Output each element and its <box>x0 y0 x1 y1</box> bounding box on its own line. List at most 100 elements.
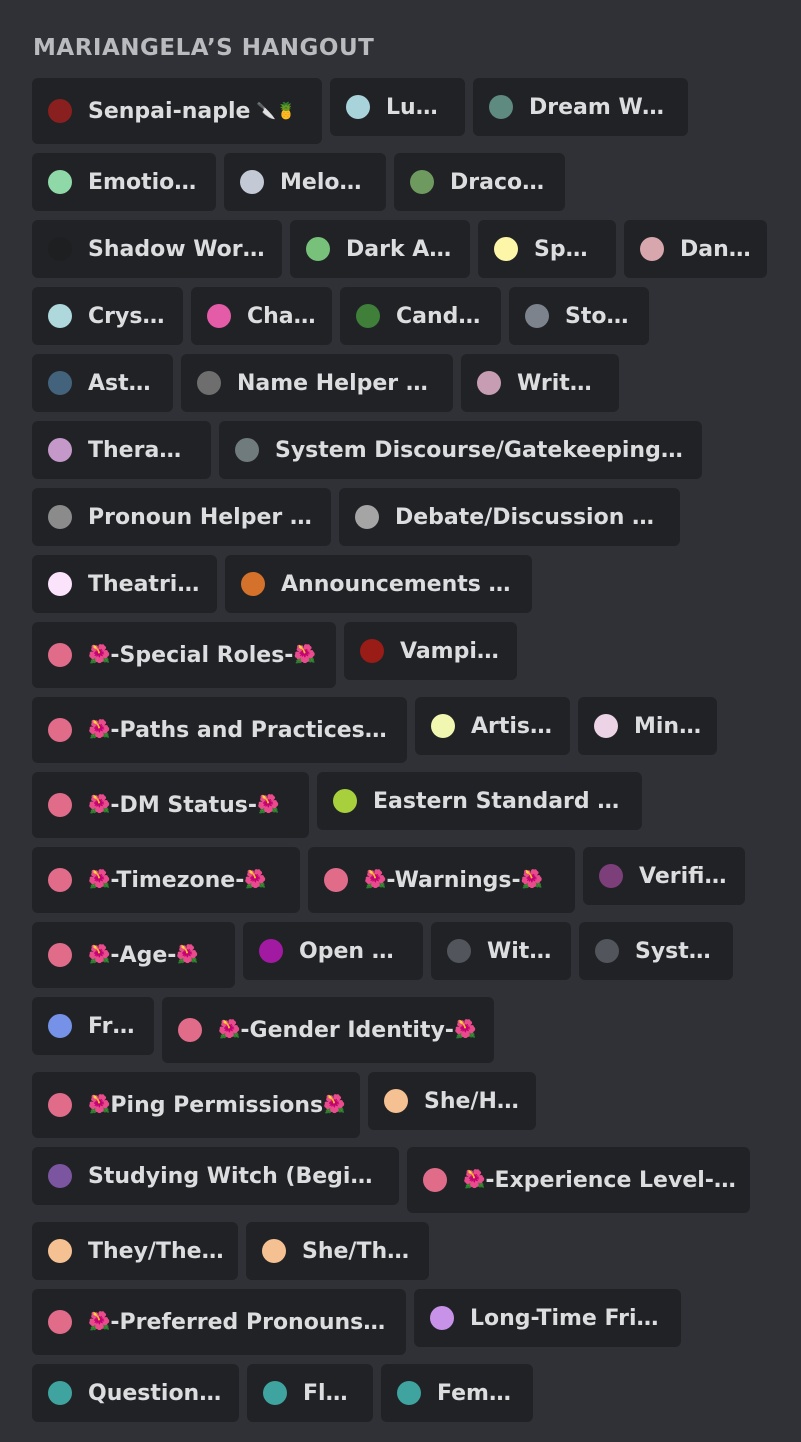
hibiscus-icon: 🌺 <box>88 1310 111 1332</box>
role-pill[interactable]: Senpai-naple 🔪🍍 <box>32 78 322 144</box>
role-color-dot <box>178 1018 202 1042</box>
role-pill[interactable]: Dance <box>624 220 767 278</box>
role-label: Senpai-naple <box>88 98 251 124</box>
role-pill[interactable]: Melodic <box>224 153 386 211</box>
role-pill[interactable]: Lunar <box>330 78 465 136</box>
role-pill[interactable]: Dream Work <box>473 78 688 136</box>
role-label: Open DM <box>299 938 409 964</box>
role-color-dot <box>48 304 72 328</box>
role-pill[interactable]: 🌺-Gender Identity-🌺 <box>162 997 494 1063</box>
role-pill[interactable]: Dark Arts <box>290 220 470 278</box>
role-color-dot <box>447 939 471 963</box>
hibiscus-icon: 🌺 <box>88 643 111 665</box>
role-pill[interactable]: Crystal <box>32 287 183 345</box>
role-pill[interactable]: Theatrical <box>32 555 217 613</box>
hibiscus-icon: 🌺 <box>520 868 544 890</box>
role-color-dot <box>384 1089 408 1113</box>
role-pill[interactable]: 🌺-Preferred Pronouns-🌺 <box>32 1289 406 1355</box>
role-label: Draconic <box>450 169 551 195</box>
hibiscus-icon: 🌺 <box>293 643 316 665</box>
role-pill[interactable]: System <box>579 922 733 980</box>
role-label: Emotional <box>88 169 202 195</box>
role-color-dot <box>48 868 72 892</box>
role-pill[interactable]: Therapist <box>32 421 211 479</box>
role-label: Verified <box>639 863 731 889</box>
role-pill[interactable]: Minor <box>578 697 717 755</box>
role-pill[interactable]: Shadow Worker <box>32 220 282 278</box>
role-pill[interactable]: Fren <box>32 997 154 1055</box>
hibiscus-icon: 🌺 <box>323 1093 346 1115</box>
role-label: Chaos <box>247 303 318 329</box>
role-pill[interactable]: Vampiric <box>344 622 517 680</box>
role-label: Long-Time Friend <box>470 1305 667 1331</box>
role-pill[interactable]: 🌺-Experience Level-🌺 <box>407 1147 750 1213</box>
role-pill[interactable]: Artistic <box>415 697 570 755</box>
role-color-dot <box>360 639 384 663</box>
role-label: Fren <box>88 1013 140 1039</box>
role-pill[interactable]: Open DM <box>243 922 423 980</box>
role-color-dot <box>48 170 72 194</box>
role-label: System Discourse/Gatekeeping Pin... <box>275 437 688 463</box>
role-pill[interactable]: Female <box>381 1364 533 1422</box>
role-pill[interactable]: 🌺-Paths and Practices-🌺 <box>32 697 407 763</box>
role-label: Questioning <box>88 1380 225 1406</box>
role-pill[interactable]: Pronoun Helper Ping <box>32 488 331 546</box>
role-pill[interactable]: Astral <box>32 354 173 412</box>
role-label: Announcements Ping <box>281 571 518 597</box>
role-pill[interactable]: Draconic <box>394 153 565 211</box>
role-color-dot <box>430 1306 454 1330</box>
role-label: Spells <box>534 236 602 262</box>
role-pill[interactable]: Questioning <box>32 1364 239 1422</box>
role-label: Shadow Worker <box>88 236 268 262</box>
role-color-dot <box>48 1093 72 1117</box>
role-pill[interactable]: 🌺-Warnings-🌺 <box>308 847 575 913</box>
role-pill[interactable]: They/Them <box>32 1222 238 1280</box>
role-pill[interactable]: Studying Witch (Beginner) <box>32 1147 399 1205</box>
hibiscus-icon: 🌺 <box>88 793 111 815</box>
role-pill[interactable]: She/Her <box>368 1072 536 1130</box>
role-pill[interactable]: 🌺-Timezone-🌺 <box>32 847 300 913</box>
role-color-dot <box>494 237 518 261</box>
role-pill[interactable]: Long-Time Friend <box>414 1289 681 1347</box>
role-color-dot <box>241 572 265 596</box>
role-pill[interactable]: Fluid <box>247 1364 373 1422</box>
role-label: Therapist <box>88 437 197 463</box>
role-label: System <box>635 938 719 964</box>
role-color-dot <box>410 170 434 194</box>
hibiscus-icon: 🌺 <box>88 868 111 890</box>
role-pill[interactable]: System Discourse/Gatekeeping Pin... <box>219 421 702 479</box>
role-pill[interactable]: Storm <box>509 287 649 345</box>
role-pill[interactable]: Writers <box>461 354 619 412</box>
role-label: -Preferred Pronouns- <box>110 1309 373 1335</box>
role-pill[interactable]: Eastern Standard Time <box>317 772 642 830</box>
hibiscus-icon: 🌺 <box>88 718 111 740</box>
hibiscus-icon: 🌺 <box>463 1168 486 1190</box>
role-pill[interactable]: Name Helper Ping <box>181 354 453 412</box>
role-label: Candles <box>396 303 487 329</box>
role-pill[interactable]: Verified <box>583 847 745 905</box>
role-label: Minor <box>634 713 703 739</box>
role-pill[interactable]: Debate/Discussion Ping <box>339 488 680 546</box>
role-label: Female <box>437 1380 519 1406</box>
role-pill[interactable]: 🌺-Special Roles-🌺 <box>32 622 336 688</box>
hibiscus-icon: 🌺 <box>218 1018 241 1040</box>
role-pill[interactable]: Emotional <box>32 153 216 211</box>
role-label: She/Her <box>424 1088 522 1114</box>
role-pill[interactable]: 🌺Ping Permissions🌺 <box>32 1072 360 1138</box>
role-pill[interactable]: Witch <box>431 922 571 980</box>
role-pill[interactable]: Spells <box>478 220 616 278</box>
role-label: Vampiric <box>400 638 503 664</box>
role-pill[interactable]: 🌺-DM Status-🌺 <box>32 772 309 838</box>
role-label: Melodic <box>280 169 372 195</box>
role-pill[interactable]: She/They <box>246 1222 429 1280</box>
role-label: Witch <box>487 938 557 964</box>
role-pill[interactable]: Candles <box>340 287 501 345</box>
role-color-dot <box>346 95 370 119</box>
hibiscus-icon: 🌺 <box>453 1018 477 1040</box>
role-label: -Timezone- <box>110 867 245 893</box>
role-pill[interactable]: Chaos <box>191 287 332 345</box>
role-pill[interactable]: Announcements Ping <box>225 555 532 613</box>
role-pill[interactable]: 🌺-Age-🌺 <box>32 922 235 988</box>
role-color-dot <box>235 438 259 462</box>
role-color-dot <box>207 304 231 328</box>
